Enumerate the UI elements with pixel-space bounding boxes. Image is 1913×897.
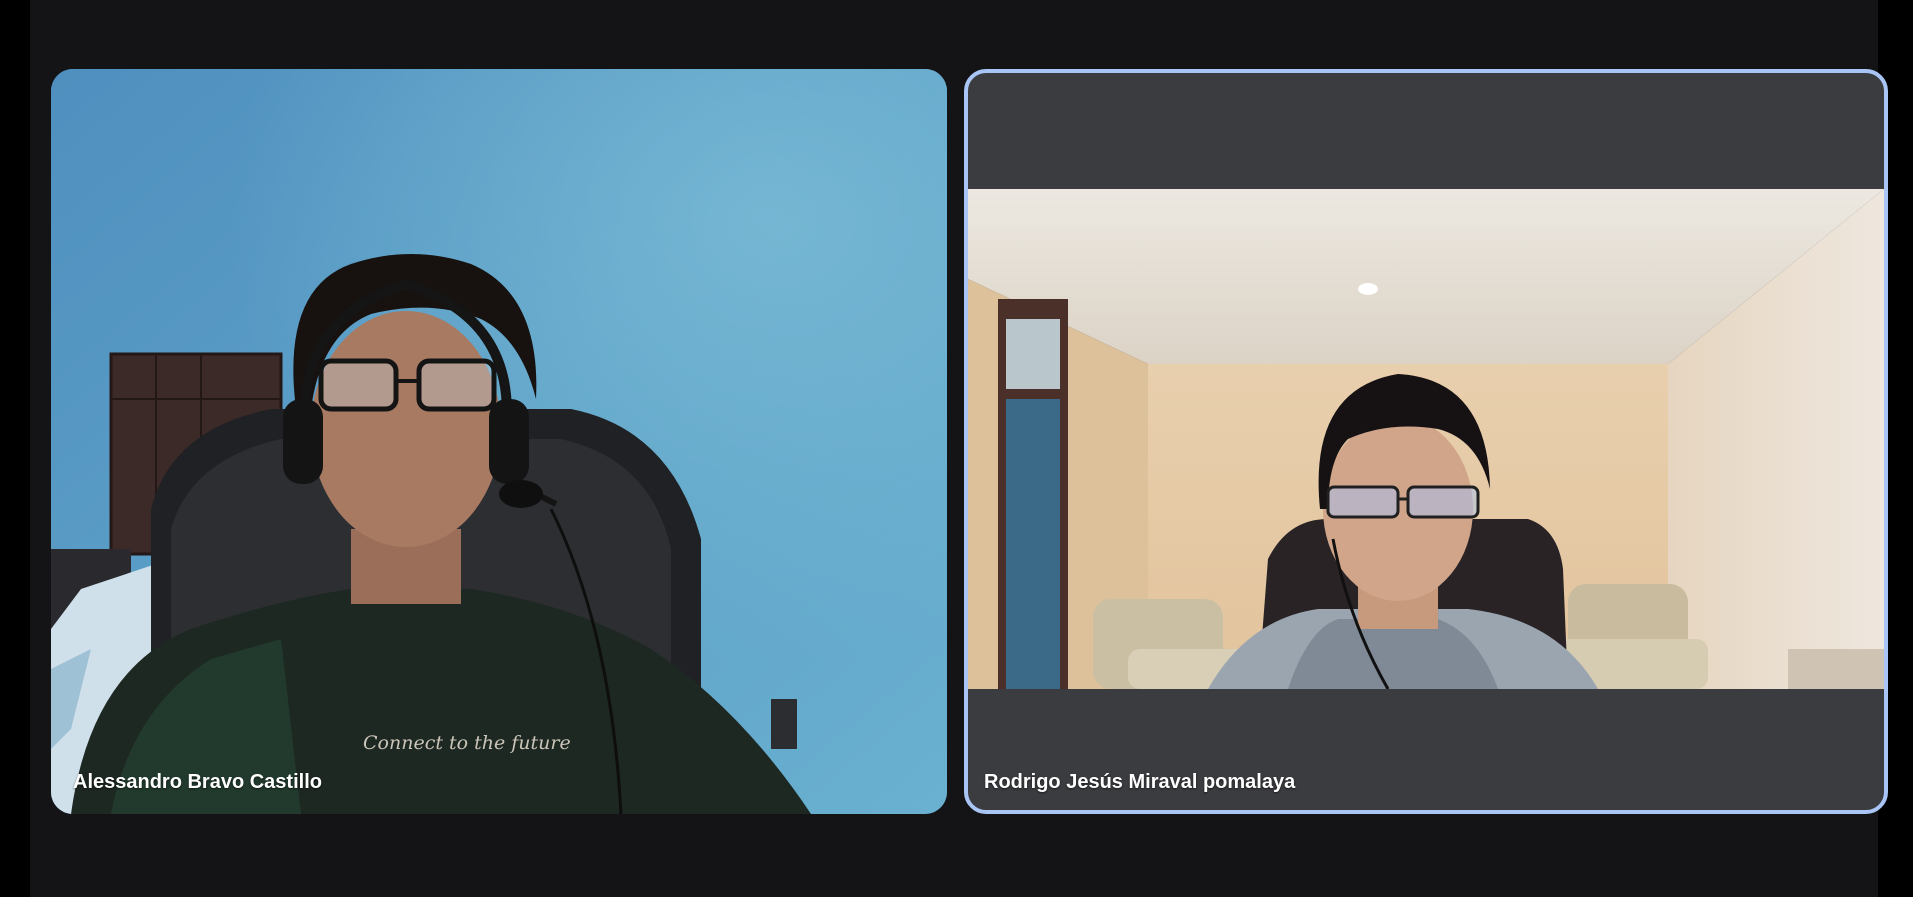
- participant-tile-rodrigo[interactable]: Rodrigo Jesús Miraval pomalaya: [964, 69, 1888, 814]
- participant-video-rodrigo: [968, 189, 1884, 689]
- participant-tile-alessandro[interactable]: Connect to the future Alessandro Bravo C…: [51, 69, 947, 814]
- meeting-stage: Connect to the future Alessandro Bravo C…: [30, 0, 1888, 897]
- participant-video-alessandro: Connect to the future: [51, 69, 947, 814]
- shirt-print-text: Connect to the future: [363, 732, 571, 754]
- participant-name-label: Alessandro Bravo Castillo: [73, 771, 322, 793]
- participant-name-label: Rodrigo Jesús Miraval pomalaya: [984, 771, 1296, 793]
